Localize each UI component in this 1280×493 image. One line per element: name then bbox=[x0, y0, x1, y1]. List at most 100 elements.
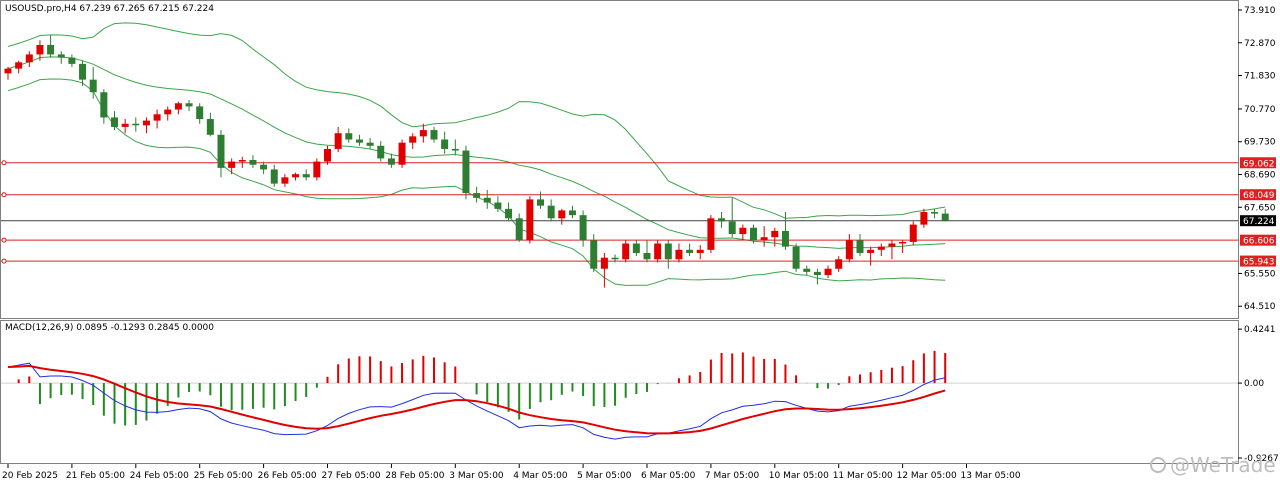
candle-body bbox=[260, 164, 268, 170]
candle-body bbox=[611, 257, 619, 260]
candle-body bbox=[473, 193, 481, 198]
price-pane-title: USOUSD.pro,H4 67.239 67.265 67.215 67.22… bbox=[5, 4, 214, 14]
candle-body bbox=[867, 249, 875, 253]
chart-canvas[interactable]: 69.062 68.049 66.606 65.943 67.224 73.910 72.8… bbox=[0, 0, 1280, 493]
candle-body bbox=[451, 148, 459, 151]
candle-body bbox=[4, 68, 12, 74]
candle-body bbox=[79, 63, 87, 80]
candle-body bbox=[931, 212, 939, 214]
candle-body bbox=[771, 230, 779, 238]
price-axis-label-3: 70.770 bbox=[1244, 105, 1276, 115]
candle-body bbox=[686, 249, 694, 253]
candle bbox=[526, 196, 534, 244]
candle-body bbox=[153, 114, 161, 121]
time-axis-label-3: 25 Feb 05:00 bbox=[194, 471, 253, 481]
candle-body bbox=[824, 268, 832, 276]
candle-body bbox=[526, 199, 534, 241]
price-axis-label-6: 67.650 bbox=[1244, 203, 1276, 213]
candle-body bbox=[132, 123, 140, 126]
candle bbox=[654, 240, 662, 263]
candle bbox=[707, 215, 715, 253]
candle-body bbox=[781, 230, 789, 247]
candle-body bbox=[718, 218, 726, 222]
candle-body bbox=[856, 240, 864, 253]
price-pane-frame bbox=[0, 0, 1239, 319]
candle-body bbox=[15, 62, 23, 69]
candle-body bbox=[654, 243, 662, 260]
candle-body bbox=[419, 130, 427, 137]
current-price-label: 67.224 bbox=[1243, 217, 1275, 227]
candle-body bbox=[835, 259, 843, 269]
time-axis-label-11: 7 Mar 05:00 bbox=[705, 471, 760, 481]
level-price-label-2: 66.606 bbox=[1243, 237, 1275, 247]
candle-body bbox=[600, 257, 608, 269]
candle-body bbox=[707, 218, 715, 250]
time-axis-label-1: 21 Feb 05:00 bbox=[66, 471, 125, 481]
candle-body bbox=[899, 241, 907, 244]
candle-body bbox=[313, 161, 321, 178]
candle-body bbox=[494, 202, 502, 209]
time-axis-label-2: 24 Feb 05:00 bbox=[130, 471, 189, 481]
macd-pane-title: MACD(12,26,9) 0.0895 -0.1293 0.2845 0.00… bbox=[5, 323, 214, 333]
candle-body bbox=[121, 123, 129, 127]
candle-body bbox=[111, 117, 118, 127]
candle-body bbox=[366, 142, 374, 146]
price-axis-label-5: 68.690 bbox=[1244, 170, 1276, 180]
candle-body bbox=[324, 148, 331, 162]
price-axis-label-2: 71.830 bbox=[1244, 72, 1276, 82]
candle-body bbox=[174, 103, 182, 110]
candle-body bbox=[377, 145, 385, 159]
candle-body bbox=[398, 142, 406, 165]
candle-body bbox=[941, 213, 949, 221]
time-axis-label-0: 20 Feb 2025 bbox=[2, 471, 58, 481]
time-axis-label-6: 28 Feb 05:00 bbox=[385, 471, 444, 481]
candle-body bbox=[355, 139, 363, 143]
candle-body bbox=[164, 109, 172, 115]
time-axis-label-13: 11 Mar 05:00 bbox=[833, 471, 893, 481]
level-price-label-1: 68.049 bbox=[1243, 191, 1275, 201]
macd-axis-label-0: 0.4241 bbox=[1244, 325, 1276, 335]
candle bbox=[792, 243, 800, 272]
macd-pane-frame bbox=[0, 320, 1239, 464]
candle-body bbox=[281, 177, 289, 184]
time-axis-label-14: 12 Mar 05:00 bbox=[897, 471, 957, 481]
price-axis: 69.062 68.049 66.606 65.943 67.224 73.910 72.8… bbox=[1238, 6, 1279, 464]
candle bbox=[622, 240, 630, 263]
candle-body bbox=[590, 240, 598, 269]
price-axis-label-0: 73.910 bbox=[1244, 6, 1276, 16]
candle-body bbox=[270, 169, 278, 184]
candle-body bbox=[547, 205, 555, 219]
candle-body bbox=[537, 199, 544, 206]
candle-body bbox=[47, 44, 55, 55]
time-axis: 20 Feb 2025 21 Feb 05:00 24 Feb 05:00 25 Fe… bbox=[2, 464, 1021, 481]
time-axis-label-7: 3 Mar 05:00 bbox=[449, 471, 504, 481]
candle-body bbox=[505, 208, 513, 219]
candle-body bbox=[25, 54, 33, 63]
candle bbox=[313, 158, 321, 181]
candle-body bbox=[728, 221, 736, 235]
candle-body bbox=[441, 139, 449, 149]
candle-body bbox=[430, 130, 438, 140]
candle-body bbox=[803, 268, 811, 272]
candle bbox=[398, 139, 406, 168]
candle-body bbox=[845, 240, 853, 260]
macd-axis-label-1: 0.00 bbox=[1244, 379, 1264, 389]
candle-body bbox=[909, 224, 917, 242]
price-axis-label-7: 65.550 bbox=[1244, 269, 1276, 279]
candle-body bbox=[249, 160, 257, 165]
candle-body bbox=[462, 150, 470, 194]
candle-body bbox=[877, 246, 885, 250]
candle-body bbox=[483, 197, 491, 203]
price-axis-label-4: 69.730 bbox=[1244, 138, 1276, 148]
candle-body bbox=[813, 271, 821, 276]
level-anchor-0 bbox=[1, 160, 7, 166]
candle-body bbox=[558, 210, 566, 219]
candle bbox=[462, 145, 470, 200]
candle-body bbox=[217, 134, 225, 168]
candle-body bbox=[185, 103, 193, 107]
level-anchor-1 bbox=[1, 192, 7, 198]
candle-body bbox=[696, 249, 704, 253]
time-axis-label-4: 26 Feb 05:00 bbox=[258, 471, 317, 481]
time-axis-label-9: 5 Mar 05:00 bbox=[577, 471, 632, 481]
time-axis-label-15: 13 Mar 05:00 bbox=[961, 471, 1021, 481]
